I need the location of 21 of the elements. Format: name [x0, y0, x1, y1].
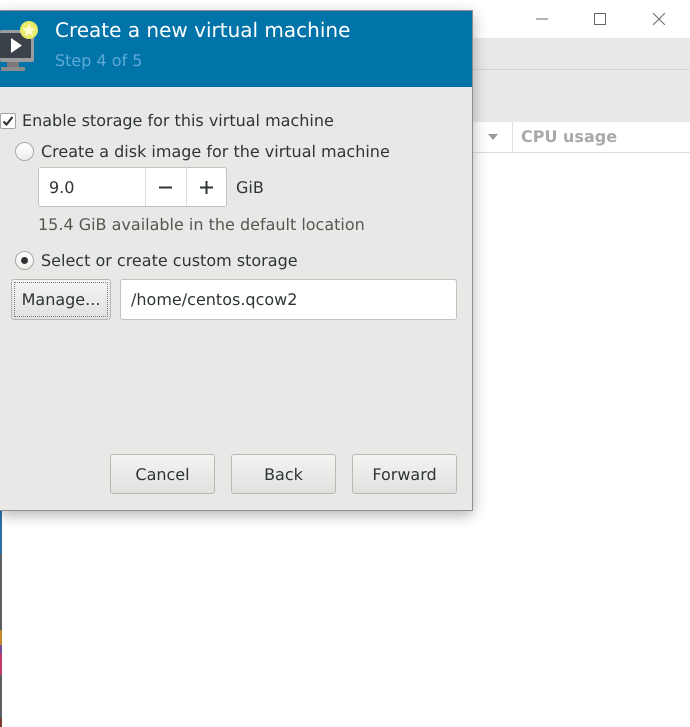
option-label[interactable]: Create a disk image for the virtual machine: [41, 142, 390, 161]
radio-button[interactable]: [15, 251, 34, 270]
caret-down-icon: [488, 134, 498, 140]
dialog-button[interactable]: Cancel: [110, 454, 215, 494]
size-spinner[interactable]: 9.0: [38, 167, 227, 207]
step-indicator: Step 4 of 5: [55, 51, 144, 71]
checkbox[interactable]: [0, 112, 16, 128]
dialog-button[interactable]: Back: [231, 454, 336, 494]
checkbox-label[interactable]: Enable storage for this virtual machine: [22, 111, 334, 130]
manage-button[interactable]: Manage...: [11, 279, 111, 320]
dialog-button[interactable]: Forward: [352, 454, 457, 494]
storage-path-input[interactable]: /home/centos.qcow2: [120, 279, 457, 320]
dialog-title: Create a new virtual machine: [55, 18, 350, 42]
close-icon[interactable]: [653, 13, 665, 25]
maximize-icon[interactable]: [594, 13, 606, 25]
radio-button[interactable]: [15, 142, 34, 161]
unit-label: GiB: [236, 178, 264, 196]
plus-icon: [200, 180, 213, 194]
monitor-play-icon: [0, 20, 38, 72]
option-label[interactable]: Select or create custom storage: [41, 251, 298, 270]
available-space-note: 15.4 GiB available in the default location: [38, 215, 366, 234]
